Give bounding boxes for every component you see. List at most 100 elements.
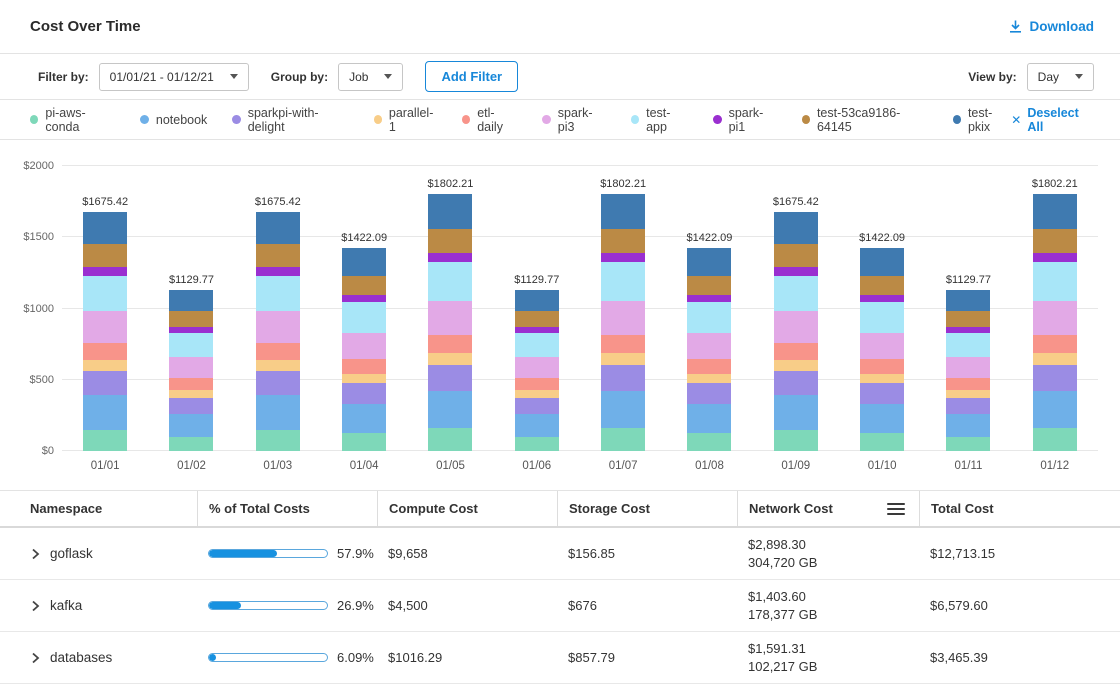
add-filter-button[interactable]: Add Filter bbox=[425, 61, 518, 92]
bar-segment-test-pkix bbox=[1033, 194, 1077, 229]
bar-segment-etl-daily bbox=[256, 343, 300, 360]
table-row[interactable]: databases6.09%$1016.29$857.79$1,591.3110… bbox=[0, 632, 1120, 684]
group-by-select[interactable]: Job bbox=[338, 63, 403, 91]
legend-item[interactable]: test-app bbox=[631, 106, 688, 134]
bar-segment-test-app bbox=[342, 302, 386, 332]
bar-segment-test-53ca9186-64145 bbox=[687, 276, 731, 295]
legend-item[interactable]: pi-aws-conda bbox=[30, 106, 115, 134]
chevron-right-icon[interactable] bbox=[30, 600, 40, 612]
column-header-total[interactable]: Total Cost bbox=[919, 491, 1098, 526]
legend-item[interactable]: test-53ca9186-64145 bbox=[802, 106, 928, 134]
legend-item-label: etl-daily bbox=[477, 106, 517, 134]
bar-total-label: $1129.77 bbox=[946, 274, 991, 286]
bar-segment-spark-pi3 bbox=[83, 311, 127, 342]
bar-segment-parallel-1 bbox=[687, 374, 731, 384]
bar-segment-etl-daily bbox=[428, 335, 472, 353]
bar-segment-sparkpi-with-delight bbox=[83, 371, 127, 395]
bar-segment-spark-pi3 bbox=[1033, 301, 1077, 335]
legend-dot-icon bbox=[953, 115, 961, 124]
bar-segment-test-app bbox=[256, 276, 300, 312]
x-tick-label: 01/10 bbox=[839, 460, 925, 472]
bar-segment-pi-aws-conda bbox=[774, 430, 818, 451]
legend-item[interactable]: spark-pi1 bbox=[713, 106, 776, 134]
bar-segment-pi-aws-conda bbox=[83, 430, 127, 451]
y-tick-label: $1500 bbox=[23, 231, 54, 243]
column-header-percent[interactable]: % of Total Costs bbox=[197, 491, 377, 526]
legend-item[interactable]: spark-pi3 bbox=[542, 106, 605, 134]
stacked-bar bbox=[169, 290, 213, 451]
cost-over-time-panel: Cost Over Time Download Filter by: 01/01… bbox=[0, 0, 1120, 687]
chevron-right-icon[interactable] bbox=[30, 652, 40, 664]
legend-item[interactable]: etl-daily bbox=[462, 106, 518, 134]
bar-group: $1675.42 bbox=[62, 166, 148, 451]
network-cost-cell: $2,898.30304,720 GB bbox=[737, 536, 919, 572]
bar-segment-etl-daily bbox=[1033, 335, 1077, 353]
bar-segment-test-53ca9186-64145 bbox=[515, 311, 559, 327]
bar-segment-pi-aws-conda bbox=[256, 430, 300, 451]
stacked-bar bbox=[256, 212, 300, 451]
legend-item[interactable]: parallel-1 bbox=[374, 106, 437, 134]
bar-group: $1422.09 bbox=[321, 166, 407, 451]
deselect-all-button[interactable]: ✕ Deselect All bbox=[1011, 106, 1094, 134]
column-header-compute[interactable]: Compute Cost bbox=[377, 491, 557, 526]
percent-label: 57.9% bbox=[337, 546, 374, 561]
bar-segment-pi-aws-conda bbox=[860, 433, 904, 451]
bar-group: $1129.77 bbox=[925, 166, 1011, 451]
chevron-down-icon bbox=[384, 74, 392, 79]
bar-segment-test-app bbox=[860, 302, 904, 332]
bar-segment-test-pkix bbox=[256, 212, 300, 244]
stacked-bar bbox=[687, 248, 731, 451]
chevron-down-icon bbox=[1075, 74, 1083, 79]
cost-chart: $0$500$1000$1500$2000 $1675.42$1129.77$1… bbox=[0, 140, 1120, 476]
y-tick-label: $1000 bbox=[23, 303, 54, 315]
bar-total-label: $1422.09 bbox=[687, 232, 733, 244]
legend-item[interactable]: notebook bbox=[140, 113, 207, 127]
bar-segment-notebook bbox=[169, 414, 213, 437]
legend-dot-icon bbox=[30, 115, 38, 124]
stacked-bar bbox=[1033, 194, 1077, 451]
legend-dot-icon bbox=[713, 115, 721, 124]
legend-item[interactable]: sparkpi-with-delight bbox=[232, 106, 348, 134]
bar-group: $1802.21 bbox=[407, 166, 493, 451]
bar-segment-parallel-1 bbox=[515, 390, 559, 398]
date-range-select[interactable]: 01/01/21 - 01/12/21 bbox=[99, 63, 249, 91]
total-cost-cell: $6,579.60 bbox=[919, 598, 1098, 613]
compute-cost-cell: $4,500 bbox=[377, 598, 557, 613]
column-menu-icon[interactable] bbox=[887, 503, 905, 515]
bar-segment-sparkpi-with-delight bbox=[860, 383, 904, 404]
x-axis-labels: 01/0101/0201/0301/0401/0501/0601/0701/08… bbox=[16, 460, 1098, 472]
legend-item-label: notebook bbox=[156, 113, 207, 127]
column-header-storage[interactable]: Storage Cost bbox=[557, 491, 737, 526]
x-tick-label: 01/02 bbox=[148, 460, 234, 472]
table-row[interactable]: kafka26.9%$4,500$676$1,403.60178,377 GB$… bbox=[0, 580, 1120, 632]
bar-group: $1129.77 bbox=[148, 166, 234, 451]
column-header-network[interactable]: Network Cost bbox=[737, 491, 919, 526]
x-tick-label: 01/05 bbox=[407, 460, 493, 472]
bar-segment-notebook bbox=[774, 395, 818, 429]
stacked-bar bbox=[946, 290, 990, 451]
stacked-bar bbox=[601, 194, 645, 451]
bar-segment-sparkpi-with-delight bbox=[1033, 365, 1077, 391]
download-button[interactable]: Download bbox=[1008, 19, 1095, 34]
bar-segment-test-app bbox=[774, 276, 818, 312]
bar-total-label: $1802.21 bbox=[600, 178, 646, 190]
bar-total-label: $1422.09 bbox=[341, 232, 387, 244]
bar-segment-test-app bbox=[946, 333, 990, 357]
bar-segment-test-app bbox=[1033, 262, 1077, 300]
bar-segment-parallel-1 bbox=[774, 360, 818, 371]
bar-segment-test-53ca9186-64145 bbox=[860, 276, 904, 295]
view-by-select[interactable]: Day bbox=[1027, 63, 1094, 91]
x-tick-label: 01/09 bbox=[753, 460, 839, 472]
deselect-all-label: Deselect All bbox=[1027, 106, 1094, 134]
network-gb-value: 178,377 GB bbox=[748, 606, 919, 624]
bar-segment-sparkpi-with-delight bbox=[774, 371, 818, 395]
total-cost-cell: $3,465.39 bbox=[919, 650, 1098, 665]
bar-segment-sparkpi-with-delight bbox=[946, 398, 990, 414]
y-tick-label: $0 bbox=[42, 445, 54, 457]
legend-item[interactable]: test-pkix bbox=[953, 106, 1012, 134]
column-header-namespace[interactable]: Namespace bbox=[22, 491, 197, 526]
table-row[interactable]: goflask57.9%$9,658$156.85$2,898.30304,72… bbox=[0, 528, 1120, 580]
bar-segment-notebook bbox=[946, 414, 990, 437]
chevron-right-icon[interactable] bbox=[30, 548, 40, 560]
bar-segment-parallel-1 bbox=[342, 374, 386, 384]
